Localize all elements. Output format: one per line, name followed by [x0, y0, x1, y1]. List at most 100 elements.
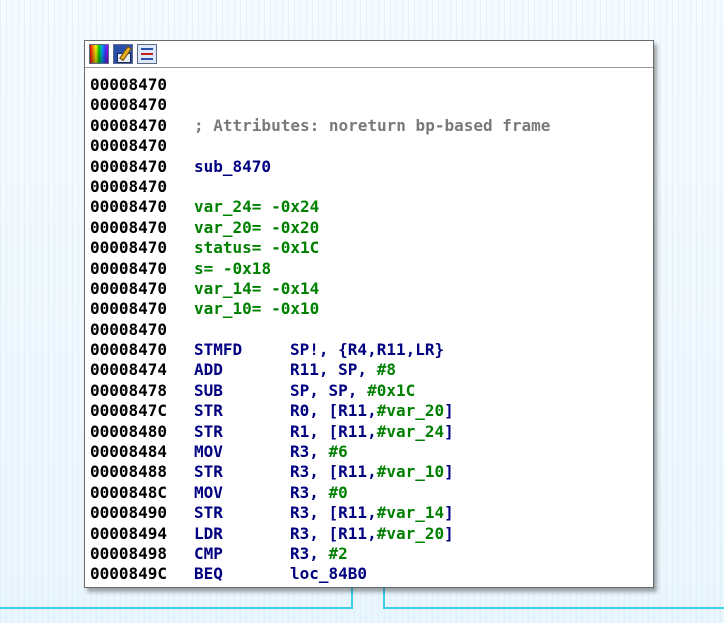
listing-line[interactable]: 00008470 s= -0x18 — [90, 259, 653, 279]
line-address: 00008470 — [90, 319, 168, 339]
stack-var-name: var_20 — [194, 217, 252, 237]
listing-line[interactable]: 00008474 ADD R11, SP, #8 — [90, 360, 653, 380]
listing-line[interactable]: 00008498 CMP R3, #2 — [90, 544, 653, 564]
line-address: 00008470 — [90, 95, 168, 115]
line-comment: ; Attributes: noreturn bp-based frame — [194, 115, 551, 135]
instruction-mnemonic: BEQ — [194, 564, 223, 584]
listing-line[interactable]: 00008470 var_10= -0x10 — [90, 299, 653, 319]
operand-text: R3, [R11, — [290, 462, 377, 482]
listing-line[interactable]: 00008470 — [90, 177, 653, 197]
operand-immediate: #0x1C — [367, 380, 416, 400]
rename-pencil-icon[interactable] — [113, 44, 133, 64]
listing-line[interactable]: 00008494 LDR R3, [R11,#var_20] — [90, 524, 653, 544]
stack-var-name: var_14 — [194, 278, 252, 298]
edge-line-right-vertical — [383, 587, 385, 609]
stack-var-name: status — [194, 238, 252, 258]
operand-immediate: #0 — [328, 482, 348, 502]
edge-line-left-vertical — [351, 587, 353, 609]
operand-text: R3, [R11, — [290, 523, 377, 543]
listing-line[interactable]: 00008470 — [90, 320, 653, 340]
line-address: 00008470 — [90, 258, 168, 278]
line-address: 00008470 — [90, 278, 168, 298]
line-address: 00008478 — [90, 380, 168, 400]
listing-line[interactable]: 00008470 var_24= -0x24 — [90, 197, 653, 217]
instruction-mnemonic: STR — [194, 462, 223, 482]
instruction-mnemonic: MOV — [194, 442, 223, 462]
operand-text: ] — [444, 503, 454, 523]
operand-text: ] — [444, 462, 454, 482]
listing-line[interactable]: 00008470 — [90, 136, 653, 156]
operand-immediate: #var_24 — [376, 421, 445, 441]
line-address: 0000848C — [90, 482, 168, 502]
stack-var-offset: -0x20 — [271, 217, 320, 237]
stack-var-eq: = — [251, 299, 272, 319]
stack-var-offset: -0x1C — [271, 238, 320, 258]
line-address: 00008470 — [90, 156, 168, 176]
line-address: 00008494 — [90, 523, 168, 543]
line-address: 00008484 — [90, 442, 168, 462]
operand-text: R11, SP, — [290, 360, 377, 380]
listing-line[interactable]: 00008470 — [90, 75, 653, 95]
listing-line[interactable]: 0000849C BEQ loc_84B0 — [90, 564, 653, 584]
instruction-mnemonic: CMP — [194, 543, 223, 563]
listing-line[interactable]: 00008470 sub_8470 — [90, 157, 653, 177]
stack-var-name: s — [194, 258, 204, 278]
line-address: 0000849C — [90, 564, 168, 584]
line-address: 00008474 — [90, 360, 168, 380]
operand-immediate: #6 — [328, 442, 348, 462]
listing-line[interactable]: 00008470 ; Attributes: noreturn bp-based … — [90, 116, 653, 136]
line-address: 00008470 — [90, 75, 168, 94]
listing-line[interactable]: 00008470 var_20= -0x20 — [90, 218, 653, 238]
operand-immediate: #var_14 — [376, 503, 445, 523]
listing-line[interactable]: 00008470 STMFD SP!, {R4,R11,LR} — [90, 340, 653, 360]
color-palette-icon[interactable] — [89, 44, 109, 64]
graph-view-icon[interactable] — [137, 44, 157, 64]
operand-text: SP!, {R4,R11,LR} — [290, 340, 445, 360]
code-block-node[interactable]: 00008470 00008470 00008470; Attributes: no… — [84, 40, 654, 588]
edge-line-left — [0, 607, 353, 609]
listing-line[interactable]: 00008484 MOV R3, #6 — [90, 442, 653, 462]
listing-line[interactable]: 00008470 status= -0x1C — [90, 238, 653, 258]
listing-line[interactable]: 00008478 SUB SP, SP, #0x1C — [90, 381, 653, 401]
listing-line[interactable]: 0000848C MOV R3, #0 — [90, 483, 653, 503]
listing-line[interactable]: 00008488 STR R3, [R11,#var_10] — [90, 462, 653, 482]
listing-line[interactable]: 00008490 STR R3, [R11,#var_14] — [90, 503, 653, 523]
listing-line[interactable]: 00008480 STR R1, [R11,#var_24] — [90, 422, 653, 442]
operand-text: R3, [R11, — [290, 503, 377, 523]
line-address: 00008498 — [90, 543, 168, 563]
line-address: 00008470 — [90, 136, 168, 156]
line-address: 00008470 — [90, 115, 168, 135]
stack-var-eq: = — [251, 238, 272, 258]
operand-text: R3, — [290, 442, 329, 462]
line-address: 00008470 — [90, 238, 168, 258]
function-label: sub_8470 — [194, 156, 272, 176]
line-address: 00008490 — [90, 503, 168, 523]
instruction-mnemonic: STR — [194, 503, 223, 523]
line-address: 00008470 — [90, 217, 168, 237]
operand-immediate: #8 — [376, 360, 396, 380]
operand-text: R1, [R11, — [290, 421, 377, 441]
line-address: 00008470 — [90, 197, 168, 217]
operand-text: R3, — [290, 482, 329, 502]
instruction-mnemonic: STR — [194, 421, 223, 441]
listing-line[interactable]: 00008470 — [90, 95, 653, 115]
node-titlebar — [85, 41, 653, 68]
stack-var-offset: -0x18 — [222, 258, 272, 278]
line-address: 00008470 — [90, 299, 168, 319]
stack-var-eq: = — [203, 258, 223, 278]
operand-text: loc_84B0 — [290, 564, 368, 584]
disassembly-listing[interactable]: 00008470 00008470 00008470; Attributes: no… — [85, 68, 653, 585]
listing-line[interactable]: 0000847C STR R0, [R11,#var_20] — [90, 401, 653, 421]
stack-var-offset: -0x10 — [271, 299, 320, 319]
operand-text: SP, SP, — [290, 380, 368, 400]
listing-line[interactable]: 00008470 var_14= -0x14 — [90, 279, 653, 299]
operand-text: R0, [R11, — [290, 401, 377, 421]
edge-line-right — [383, 607, 724, 609]
stack-var-eq: = — [251, 197, 272, 217]
operand-immediate: #var_10 — [376, 462, 445, 482]
operand-immediate: #var_20 — [376, 523, 445, 543]
stack-var-name: var_24 — [194, 197, 252, 217]
operand-text: ] — [444, 421, 454, 441]
operand-text: ] — [444, 523, 454, 543]
line-address: 00008480 — [90, 421, 168, 441]
